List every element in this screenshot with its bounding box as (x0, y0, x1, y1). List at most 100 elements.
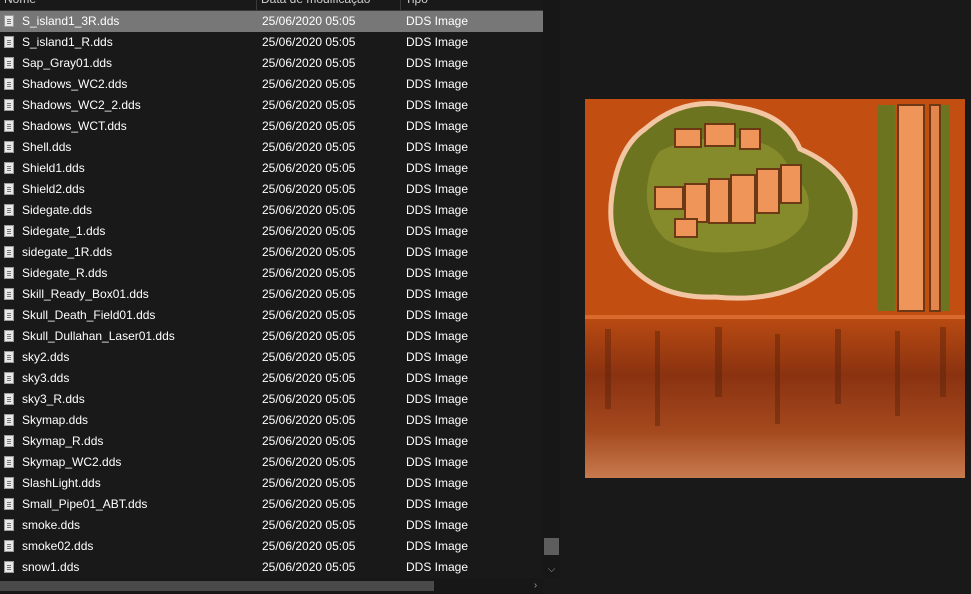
file-icon (4, 99, 14, 111)
file-row[interactable]: sky3_R.dds 25/06/2020 05:05 DDS Image (0, 389, 543, 410)
file-icon (4, 141, 14, 153)
file-date: 25/06/2020 05:05 (262, 182, 356, 196)
preview-pane (560, 0, 971, 594)
file-row[interactable]: Small_Pipe01_ABT.dds 25/06/2020 05:05 DDS … (0, 494, 543, 515)
file-icon (4, 561, 14, 573)
file-row[interactable]: snow1.dds 25/06/2020 05:05 DDS Image (0, 557, 543, 578)
file-date: 25/06/2020 05:05 (262, 245, 356, 259)
file-date: 25/06/2020 05:05 (262, 56, 356, 70)
file-name: Shield1.dds (22, 161, 85, 175)
file-row[interactable]: sky3.dds 25/06/2020 05:05 DDS Image (0, 368, 543, 389)
chevron-right-icon[interactable]: › (528, 578, 543, 594)
file-name: sidegate_1R.dds (22, 245, 113, 259)
column-type-header[interactable]: Tipo (401, 0, 543, 10)
file-row[interactable]: S_island1_R.dds 25/06/2020 05:05 DDS Image (0, 32, 543, 53)
file-type: DDS Image (406, 539, 469, 553)
horizontal-scroll-thumb[interactable] (0, 581, 434, 591)
file-type: DDS Image (406, 161, 469, 175)
file-icon (4, 414, 14, 426)
file-row[interactable]: Sidegate.dds 25/06/2020 05:05 DDS Image (0, 200, 543, 221)
horizontal-scrollbar[interactable]: › (0, 578, 543, 594)
file-icon (4, 225, 14, 237)
file-type: DDS Image (406, 560, 469, 574)
file-row[interactable]: sidegate_1R.dds 25/06/2020 05:05 DDS Image (0, 242, 543, 263)
file-date: 25/06/2020 05:05 (262, 203, 356, 217)
file-name: Shield2.dds (22, 182, 85, 196)
file-name: Skull_Dullahan_Laser01.dds (22, 329, 175, 343)
file-date: 25/06/2020 05:05 (262, 455, 356, 469)
file-row[interactable]: Skill_Ready_Box01.dds 25/06/2020 05:05 DDS… (0, 284, 543, 305)
file-icon (4, 498, 14, 510)
file-icon (4, 435, 14, 447)
file-row[interactable]: Skymap.dds 25/06/2020 05:05 DDS Image (0, 410, 543, 431)
file-row[interactable]: Sap_Gray01.dds 25/06/2020 05:05 DDS Image (0, 53, 543, 74)
file-type: DDS Image (406, 350, 469, 364)
file-name: sky3.dds (22, 371, 70, 385)
file-type: DDS Image (406, 119, 469, 133)
column-date-header[interactable]: Data de modificação (257, 0, 400, 10)
file-type: DDS Image (406, 77, 469, 91)
file-icon (4, 393, 14, 405)
file-row[interactable]: Shadows_WCT.dds 25/06/2020 05:05 DDS Image (0, 116, 543, 137)
file-row[interactable]: S_island1_3R.dds 25/06/2020 05:05 DDS Imag… (0, 11, 543, 32)
file-type: DDS Image (406, 371, 469, 385)
file-row[interactable]: Skymap_WC2.dds 25/06/2020 05:05 DDS Image (0, 452, 543, 473)
file-name: smoke.dds (22, 518, 81, 532)
file-date: 25/06/2020 05:05 (262, 413, 356, 427)
file-type: DDS Image (406, 56, 469, 70)
file-row[interactable]: Shield2.dds 25/06/2020 05:05 DDS Image (0, 179, 543, 200)
file-icon (4, 477, 14, 489)
file-row[interactable]: Sidegate_1.dds 25/06/2020 05:05 DDS Image (0, 221, 543, 242)
file-name: Sidegate.dds (22, 203, 93, 217)
file-icon (4, 162, 14, 174)
file-name: S_island1_3R.dds (22, 14, 120, 28)
file-name: smoke02.dds (22, 539, 94, 553)
file-date: 25/06/2020 05:05 (262, 371, 356, 385)
file-type: DDS Image (406, 203, 469, 217)
file-date: 25/06/2020 05:05 (262, 266, 356, 280)
file-icon (4, 519, 14, 531)
file-name: Skymap_WC2.dds (22, 455, 122, 469)
vertical-scroll-thumb[interactable] (544, 538, 559, 555)
file-type: DDS Image (406, 224, 469, 238)
file-name: Shell.dds (22, 140, 72, 154)
file-row[interactable]: Shell.dds 25/06/2020 05:05 DDS Image (0, 137, 543, 158)
file-type: DDS Image (406, 182, 469, 196)
file-date: 25/06/2020 05:05 (262, 539, 356, 553)
file-row[interactable]: smoke02.dds 25/06/2020 05:05 DDS Image (0, 536, 543, 557)
file-date: 25/06/2020 05:05 (262, 161, 356, 175)
file-type: DDS Image (406, 434, 469, 448)
file-type: DDS Image (406, 35, 469, 49)
file-row[interactable]: Skymap_R.dds 25/06/2020 05:05 DDS Image (0, 431, 543, 452)
file-type: DDS Image (406, 98, 469, 112)
file-name: Skill_Ready_Box01.dds (22, 287, 149, 301)
file-row[interactable]: SlashLight.dds 25/06/2020 05:05 DDS Image (0, 473, 543, 494)
column-name-header[interactable]: Nome (0, 0, 256, 10)
file-icon (4, 78, 14, 90)
file-row[interactable]: Shield1.dds 25/06/2020 05:05 DDS Image (0, 158, 543, 179)
file-row[interactable]: Shadows_WC2_2.dds 25/06/2020 05:05 DDS Ima… (0, 95, 543, 116)
file-type: DDS Image (406, 308, 469, 322)
file-type: DDS Image (406, 392, 469, 406)
file-type: DDS Image (406, 518, 469, 532)
file-row[interactable]: Skull_Death_Field01.dds 25/06/2020 05:05 D… (0, 305, 543, 326)
file-row[interactable]: smoke.dds 25/06/2020 05:05 DDS Image (0, 515, 543, 536)
file-row[interactable]: Skull_Dullahan_Laser01.dds 25/06/2020 05:… (0, 326, 543, 347)
file-icon (4, 57, 14, 69)
file-date: 25/06/2020 05:05 (262, 224, 356, 238)
file-date: 25/06/2020 05:05 (262, 560, 356, 574)
file-date: 25/06/2020 05:05 (262, 287, 356, 301)
chevron-down-icon[interactable]: ⌵ (543, 561, 560, 578)
column-header: Nome Data de modificação Tipo (0, 0, 543, 11)
vertical-scrollbar[interactable]: ⌵ (543, 0, 560, 578)
file-type: DDS Image (406, 497, 469, 511)
file-name: Skymap.dds (22, 413, 89, 427)
file-name: sky3_R.dds (22, 392, 85, 406)
file-date: 25/06/2020 05:05 (262, 350, 356, 364)
file-row[interactable]: sky2.dds 25/06/2020 05:05 DDS Image (0, 347, 543, 368)
file-icon (4, 372, 14, 384)
file-icon (4, 540, 14, 552)
file-row[interactable]: Sidegate_R.dds 25/06/2020 05:05 DDS Image (0, 263, 543, 284)
file-name: Sidegate_1.dds (22, 224, 106, 238)
file-row[interactable]: Shadows_WC2.dds 25/06/2020 05:05 DDS Image (0, 74, 543, 95)
